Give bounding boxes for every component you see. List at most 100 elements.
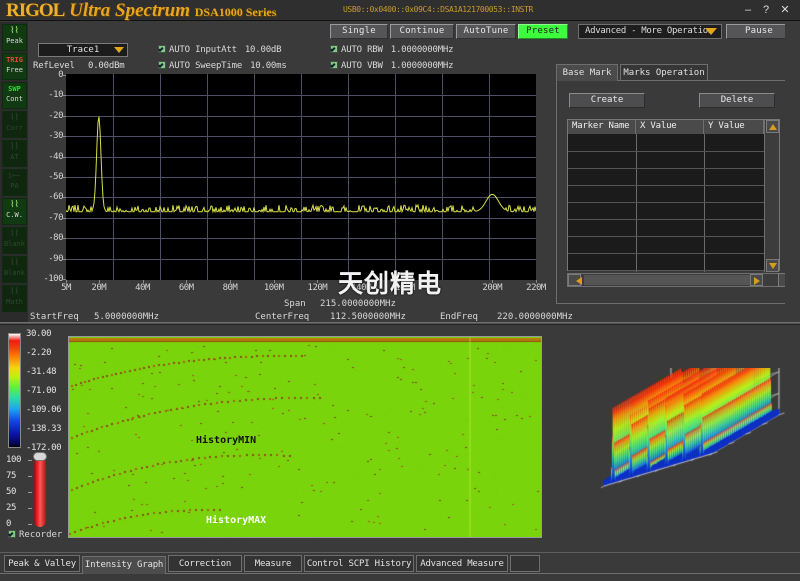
delete-marker-button[interactable]: Delete [699,93,775,108]
pause-button[interactable]: Pause [726,24,792,39]
y-axis-tick-label: -90 [48,254,63,264]
bottom-tab-bar: Peak & Valley Intensity Graph Correction… [0,552,800,581]
create-marker-button[interactable]: Create [569,93,645,108]
y-axis-tick-label: -80 [48,233,63,243]
autotune-button[interactable]: AutoTune [456,24,516,39]
slider-tick-label: 50 [6,487,16,497]
waterfall-3d-plot[interactable] [578,368,788,538]
vbw-auto-checkbox[interactable] [330,61,338,69]
x-axis-tick-mark [274,280,275,283]
trace-select[interactable]: Trace1 [38,43,128,57]
advanced-operation-dropdown[interactable]: Advanced - More Operation [578,24,722,39]
chevron-down-icon [705,28,717,35]
tab-extra[interactable] [510,555,540,572]
x-axis-tick-label: 40M [135,283,150,293]
sidebar-item-pa[interactable]: ▷–PA [2,169,27,196]
marker-table-vertical-scrollbar[interactable] [764,120,779,272]
x-axis-tick-label: 140M [351,283,371,293]
x-axis-tick-mark [186,280,187,283]
tab-intensity-graph[interactable]: Intensity Graph [82,556,166,574]
tab-marks-operation[interactable]: Marks Operation [620,64,708,81]
inputatt-auto-checkbox[interactable] [158,45,166,53]
slider-tick-label: 75 [6,471,16,481]
horizontal-divider [0,322,800,325]
sweeptime-auto-checkbox[interactable] [158,61,166,69]
table-row[interactable] [568,202,764,203]
x-axis: 5M20M40M60M80M100M120M140M160M200M220M [66,281,536,297]
tab-advanced-measure[interactable]: Advanced Measure [416,555,508,572]
table-row[interactable] [568,236,764,237]
sidebar-item-label: Cont [3,95,26,103]
scroll-right-icon[interactable] [750,274,763,286]
table-row[interactable] [568,168,764,169]
table-row[interactable] [568,270,764,271]
sidebar-item-cont[interactable]: SWPCont [2,82,27,109]
sidebar-item-at[interactable]: ⌇⌇AT [2,140,27,167]
centerfreq-value[interactable]: 112.5000000MHz [330,312,406,322]
intensity-graph-canvas[interactable] [69,337,541,537]
minimize-icon[interactable]: – [741,4,755,17]
help-icon[interactable]: ? [759,4,773,17]
sweeptime-value[interactable]: 10.00ms [250,61,287,71]
sidebar-item-label: Blank [3,240,26,248]
startfreq-value[interactable]: 5.0000000MHz [94,312,159,322]
scroll-up-icon[interactable] [766,120,779,133]
inputatt-row: AUTO InputAtt10.00dB [158,45,281,55]
sidebar-item-free[interactable]: TRIGFree [2,53,27,80]
app-logo: RIGOL Ultra Spectrum DSA1000 Series [6,0,276,22]
tab-control-scpi-history[interactable]: Control SCPI History [304,555,414,572]
recorder-checkbox[interactable] [8,530,16,538]
tab-base-mark[interactable]: Base Mark [556,64,618,81]
reflevel-value[interactable]: 0.00dBm [88,61,125,71]
intensity-slider[interactable]: 1007550250 [4,452,62,530]
sidebar-item-peak[interactable]: ⌇⌇Peak [2,24,27,51]
x-axis-tick-label: 20M [91,283,106,293]
intensity-graph[interactable]: HistoryMIN HistoryMAX [68,336,542,538]
inputatt-value[interactable]: 10.00dB [245,45,282,55]
scroll-down-icon[interactable] [766,259,779,272]
recorder-row: Recorder [8,530,62,540]
vbw-value[interactable]: 1.0000000MHz [391,61,454,71]
continue-button[interactable]: Continue [390,24,454,39]
span-value[interactable]: 215.0000000MHz [320,299,396,309]
sidebar-item-corr[interactable]: ⌇⌇Corr [2,111,27,138]
colorbar-tick-label: 30.00 [26,329,51,339]
column-header-y-value[interactable]: Y Value [704,120,764,134]
close-icon[interactable]: ✕ [778,4,792,17]
marker-table-horizontal-scrollbar[interactable] [567,273,780,287]
slider-track[interactable] [34,457,46,527]
column-header-marker-name[interactable]: Marker Name [568,120,636,134]
rbw-auto-checkbox[interactable] [330,45,338,53]
slider-thumb[interactable] [33,452,47,461]
scrollbar-thumb[interactable] [584,275,762,285]
sidebar-item-icon: ⌇⌇ [3,26,26,37]
rbw-value[interactable]: 1.0000000MHz [391,45,454,55]
recorder-label: Recorder [19,530,62,540]
sidebar-item-label: Peak [3,37,26,45]
intensity-graph-min-label: HistoryMIN [196,435,256,446]
scroll-left-icon[interactable] [568,274,581,286]
sweeptime-label: AUTO SweepTime [169,61,242,71]
column-header-x-value[interactable]: X Value [636,120,704,134]
single-button[interactable]: Single [330,24,388,39]
table-row[interactable] [568,219,764,220]
parameter-row: Trace1 RefLevel 0.00dBm AUTO InputAtt10.… [30,42,550,72]
marker-table[interactable]: Marker Name X Value Y Value [567,119,780,271]
table-row[interactable] [568,151,764,152]
table-row[interactable] [568,253,764,254]
tab-peak-and-valley[interactable]: Peak & Valley [4,555,80,572]
sidebar-item-cw[interactable]: ⌇⌇C.W. [2,198,27,225]
tab-measure[interactable]: Measure [244,555,302,572]
waterfall-3d-canvas[interactable] [578,368,788,538]
endfreq-value[interactable]: 220.0000000MHz [497,312,573,322]
spectrum-plot[interactable]: 0-10-20-30-40-50-60-70-80-90-100 5M20M40… [30,74,550,314]
sidebar-item-blank[interactable]: ⌇⌇Blank [2,227,27,254]
tab-correction[interactable]: Correction [168,555,242,572]
y-axis: 0-10-20-30-40-50-60-70-80-90-100 [30,74,66,280]
sidebar-item-blank[interactable]: ⌇⌇Blank [2,256,27,283]
x-axis-tick-mark [317,280,318,283]
sidebar-item-math[interactable]: ⌇⌇Math [2,285,27,312]
table-row[interactable] [568,185,764,186]
preset-button[interactable]: Preset [518,24,568,39]
sweeptime-row: AUTO SweepTime 10.00ms [158,61,287,71]
